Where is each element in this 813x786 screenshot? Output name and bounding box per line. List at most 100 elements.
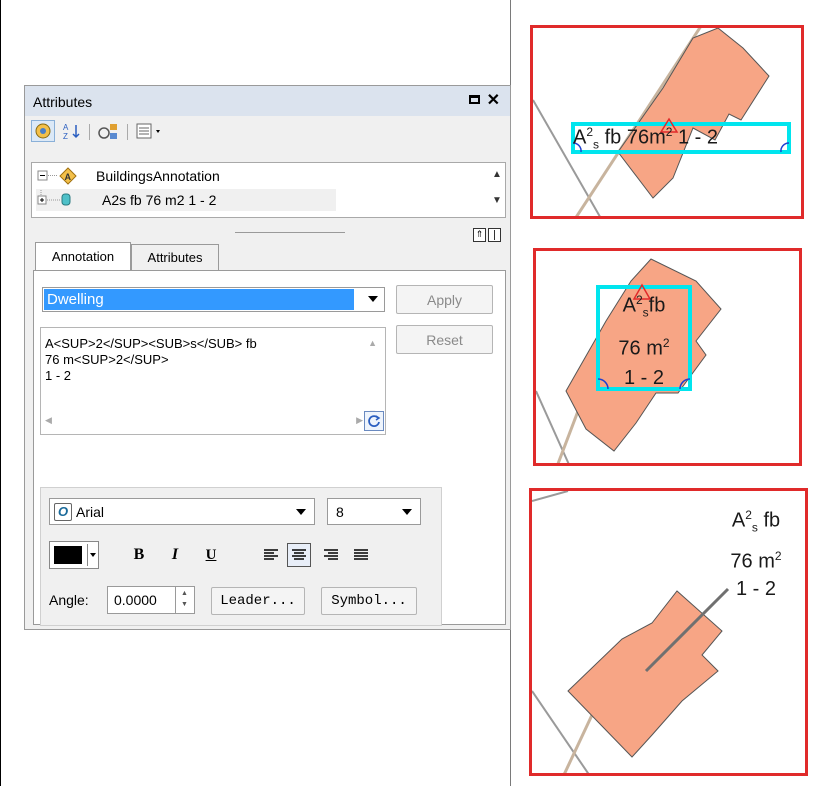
refresh-button[interactable] — [364, 411, 384, 431]
sort-button[interactable]: AZ — [61, 120, 83, 142]
map-view-horizontal[interactable]: A2s fb 76m2 1 - 2 — [530, 25, 804, 219]
refresh-icon — [368, 415, 381, 427]
layout-toggles: ⇑ — [473, 228, 501, 242]
tree-item-feature[interactable]: A2s fb 76 m2 1 - 2 — [36, 189, 336, 211]
annotation-class-value: Dwelling — [44, 289, 354, 310]
map-view-stacked[interactable]: A2sfb 76 m2 1 - 2 — [533, 248, 802, 466]
split-icon[interactable] — [488, 228, 501, 242]
underline-button[interactable]: U — [199, 543, 223, 567]
align-justify-icon — [354, 549, 368, 560]
close-icon[interactable]: ✕ — [487, 90, 500, 110]
annotation-text-editor[interactable]: A<SUP>2</SUP><SUB>s</SUB> fb 76 m<SUP>2<… — [40, 327, 386, 435]
toolbar: AZ — [25, 116, 510, 146]
align-center-button[interactable] — [287, 543, 311, 567]
angle-value: 0.0000 — [114, 592, 157, 608]
chevron-down-icon — [90, 553, 96, 557]
scroll-up-arrow[interactable]: ▲ — [368, 338, 377, 348]
svg-text:A: A — [65, 172, 72, 182]
annotation-class-select[interactable]: Dwelling — [42, 287, 385, 312]
align-justify-button[interactable] — [349, 543, 373, 567]
label-part: m — [646, 337, 663, 360]
annotation-label[interactable]: A2s fb 76m2 1 - 2 — [573, 125, 718, 152]
attributes-window: Attributes ✕ AZ A BuildingsAnnotation A2… — [24, 85, 511, 630]
chevron-down-icon — [402, 509, 412, 515]
sort-az-icon: AZ — [63, 123, 80, 140]
font-size-select[interactable]: 8 — [327, 498, 421, 525]
svg-text:A: A — [63, 123, 69, 132]
window-titlebar[interactable]: Attributes ✕ — [25, 86, 510, 116]
left-border — [0, 0, 1, 786]
scroll-down-arrow[interactable]: ▼ — [491, 195, 503, 206]
relate-icon — [98, 124, 117, 139]
label-part: fb — [648, 294, 666, 317]
scroll-right-arrow[interactable]: ▶ — [356, 415, 363, 426]
label-sub: s — [751, 520, 758, 535]
flash-feature-button[interactable] — [31, 120, 55, 142]
angle-label: Angle: — [49, 592, 89, 608]
label-part: fb — [763, 509, 781, 532]
parcel-line — [533, 99, 601, 216]
label-part: 76 m — [730, 550, 775, 573]
tab-annotation[interactable]: Annotation — [35, 242, 131, 270]
chevron-down-icon — [368, 296, 378, 302]
font-size-value: 8 — [336, 504, 344, 520]
tab-attributes[interactable]: Attributes — [131, 244, 219, 270]
related-tables-button[interactable] — [95, 120, 121, 142]
label-sup: 2 — [745, 508, 752, 522]
font-settings-group: O Arial 8 B I U Angle: 0.0000 ▲ ▼ Leader… — [40, 487, 442, 626]
list-options-icon — [136, 123, 160, 139]
chevron-down-icon — [296, 509, 306, 515]
label-part: 1 - 2 — [735, 578, 777, 601]
window-title: Attributes — [33, 94, 93, 110]
angle-spinner[interactable]: ▲ ▼ — [175, 587, 194, 613]
align-left-icon — [264, 549, 278, 560]
label-part: A — [622, 294, 636, 317]
tab-label: Attributes — [147, 250, 203, 265]
flash-icon — [35, 123, 51, 139]
annotation-label[interactable]: A2sfb 76 m2 1 - 2 — [600, 285, 688, 393]
collapse-icon[interactable]: ⇑ — [473, 228, 486, 242]
reset-button[interactable]: Reset — [396, 325, 493, 354]
building-polygon — [567, 590, 723, 758]
splitter-bar[interactable] — [235, 232, 345, 233]
annotation-text: A<SUP>2</SUP><SUB>s</SUB> fb 76 m<SUP>2<… — [45, 336, 257, 383]
scroll-left-arrow[interactable]: ◀ — [45, 415, 52, 426]
map-view-leader[interactable]: A2s fb 76 m2 1 - 2 — [529, 488, 808, 776]
feature-node-icon[interactable] — [36, 190, 92, 210]
label-sup: 2 — [665, 125, 673, 139]
building-polygon — [617, 28, 770, 199]
feature-label: A2s fb 76 m2 1 - 2 — [102, 192, 217, 208]
apply-button[interactable]: Apply — [396, 285, 493, 314]
expand-collapse-icon[interactable]: A — [36, 166, 92, 186]
annotation-label[interactable]: A2s fb 76 m2 1 - 2 — [716, 501, 796, 603]
align-left-button[interactable] — [259, 543, 283, 567]
toolbar-separator — [89, 124, 90, 140]
feature-tree: A BuildingsAnnotation A2s fb 76 m2 1 - 2… — [31, 162, 506, 218]
tree-item-root[interactable]: A BuildingsAnnotation — [36, 165, 220, 187]
label-sup: 2 — [774, 548, 782, 563]
label-part: 1 - 2 — [623, 367, 665, 390]
align-right-button[interactable] — [319, 543, 343, 567]
font-color-button[interactable] — [49, 541, 99, 569]
svg-text:Z: Z — [63, 132, 68, 140]
label-sup: 2 — [662, 335, 670, 350]
label-sup: 2 — [586, 125, 594, 139]
label-sup: 2 — [635, 293, 643, 307]
label-part: 76 — [618, 337, 641, 360]
align-center-icon — [292, 549, 306, 560]
angle-input[interactable]: 0.0000 ▲ ▼ — [107, 586, 195, 614]
root-label: BuildingsAnnotation — [96, 168, 220, 184]
font-name-select[interactable]: O Arial — [49, 498, 315, 525]
annotation-panel: Dwelling Apply Reset A<SUP>2</SUP><SUB>s… — [33, 270, 506, 626]
maximize-icon[interactable] — [469, 95, 480, 104]
font-name-value: Arial — [76, 504, 105, 520]
bold-button[interactable]: B — [127, 543, 151, 567]
toolbar-separator — [127, 124, 128, 140]
label-part: A — [731, 509, 746, 532]
options-dropdown-button[interactable] — [133, 120, 167, 142]
scroll-up-arrow[interactable]: ▲ — [491, 169, 503, 180]
font-type-icon: O — [54, 503, 72, 521]
symbol-button[interactable]: Symbol... — [321, 587, 417, 615]
leader-button[interactable]: Leader... — [211, 587, 305, 615]
italic-button[interactable]: I — [163, 543, 187, 567]
